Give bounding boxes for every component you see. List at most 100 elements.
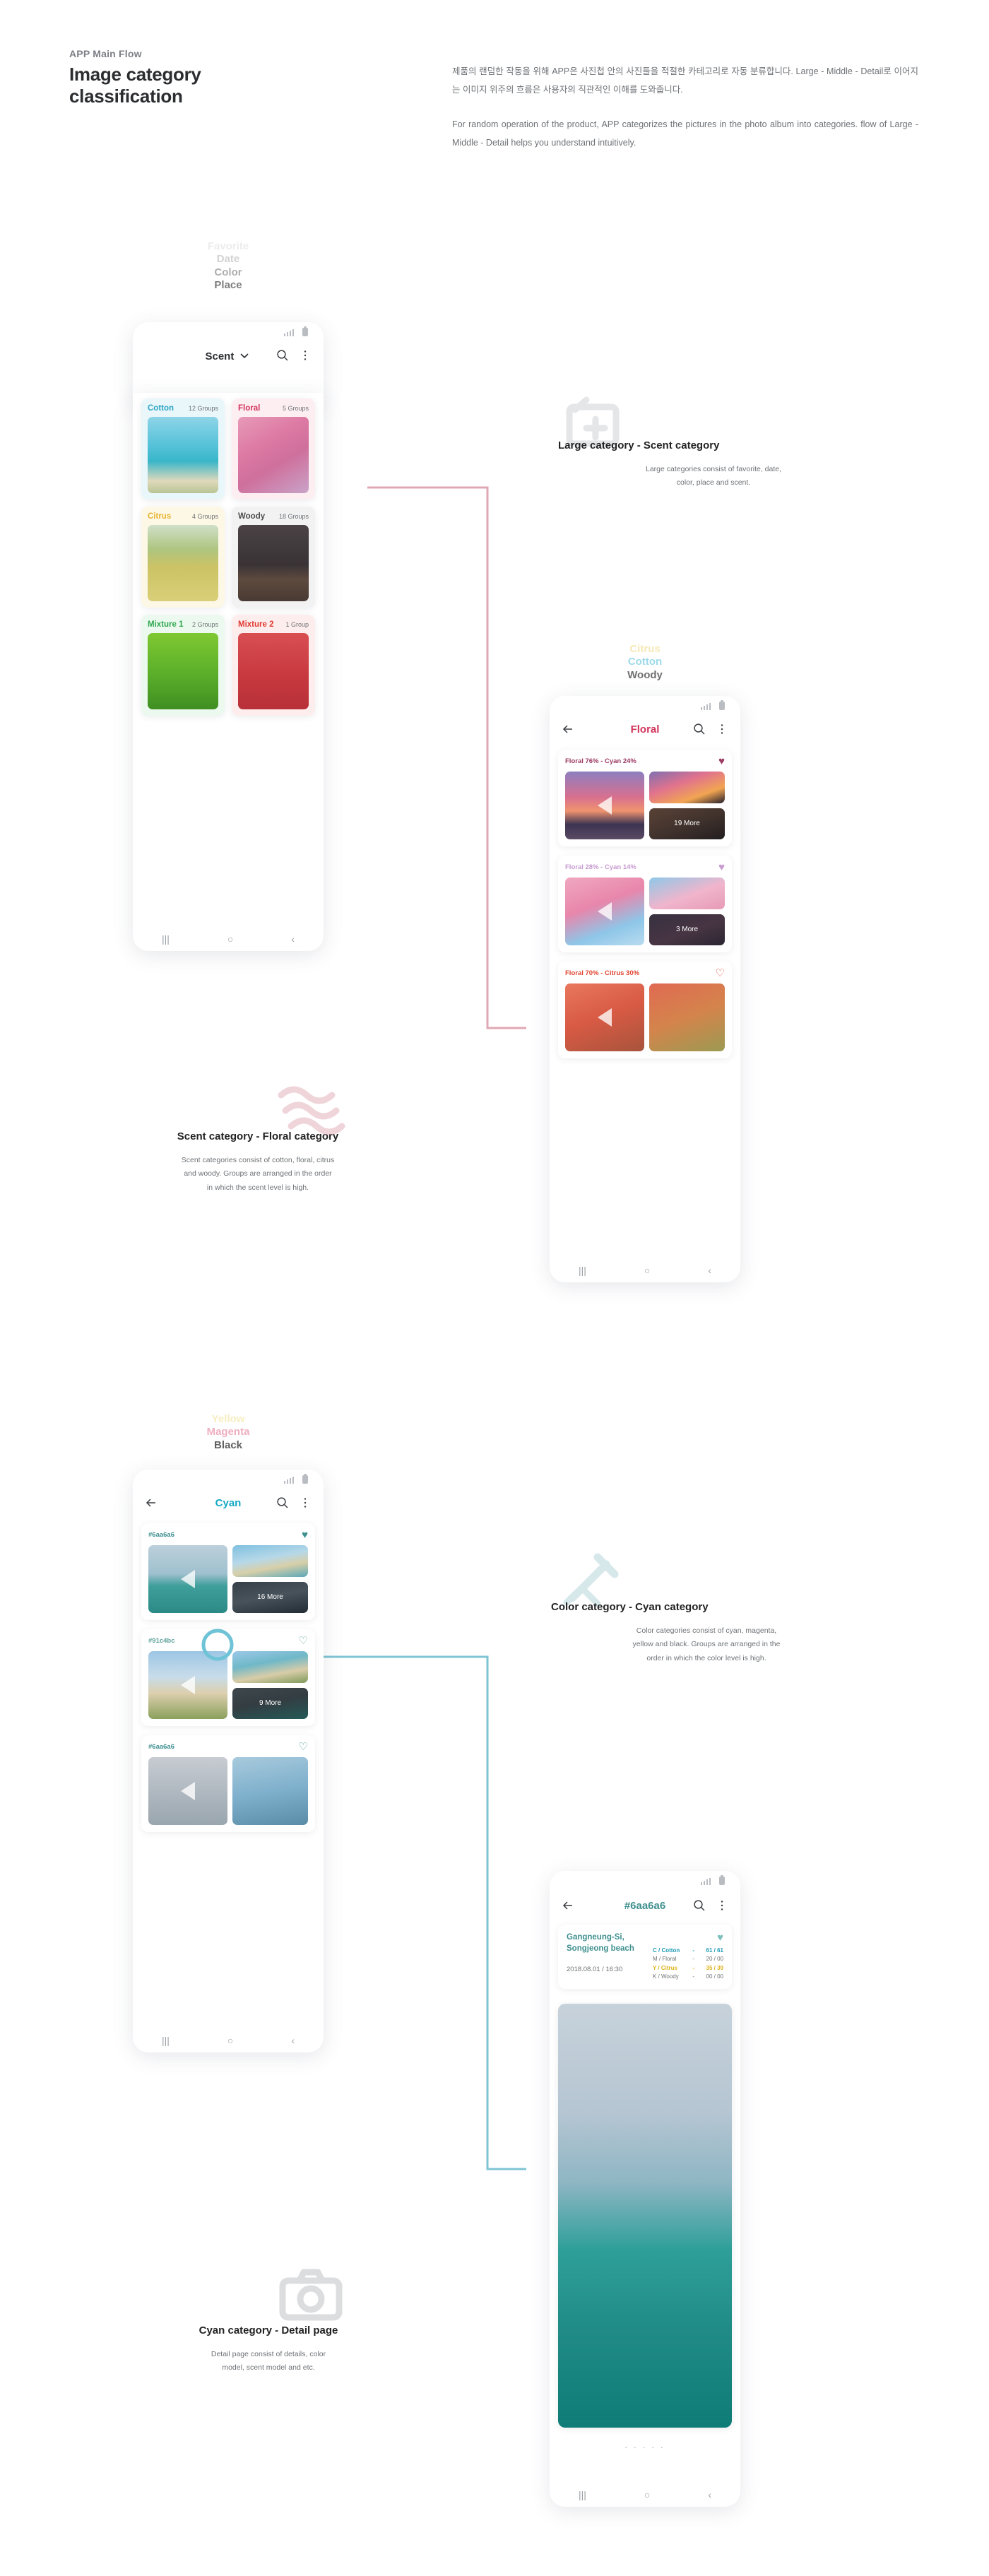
group-card[interactable]: #6aa6a6 ♥ 16 More — [141, 1523, 315, 1620]
phone1-appbar: Scent — [133, 341, 324, 370]
ghost-item-cotton[interactable]: Cotton — [550, 656, 740, 668]
ghost-item-citrus[interactable]: Citrus — [550, 643, 740, 656]
search-icon[interactable] — [276, 348, 290, 362]
group-thumbnail-more[interactable]: 9 More — [232, 1687, 308, 1719]
group-primary-thumbnail[interactable] — [565, 772, 644, 839]
detail-photo[interactable] — [558, 2004, 732, 2428]
nav-back-button[interactable]: ‹ — [291, 933, 295, 945]
arrow-left-icon[interactable] — [561, 1898, 575, 1913]
eyebrow-label: APP Main Flow — [69, 48, 142, 59]
group-thumbnail[interactable] — [649, 983, 725, 1051]
favorite-icon[interactable]: ♡ — [716, 968, 725, 979]
nav-back-button[interactable]: ‹ — [708, 2489, 711, 2500]
annotation-color-category: Color category - Cyan category Color cat… — [551, 1553, 862, 1662]
phone2-frame: Floral Floral 76% - Cyan 24% ♥ 19 More Flor… — [550, 696, 740, 1282]
group-primary-thumbnail[interactable] — [148, 1545, 227, 1613]
favorite-icon[interactable]: ♥ — [302, 1530, 308, 1540]
group-card[interactable]: #6aa6a6 ♡ — [141, 1735, 315, 1832]
more-vertical-icon[interactable] — [715, 722, 729, 736]
nav-home-button[interactable]: ○ — [227, 2035, 233, 2046]
group-primary-thumbnail[interactable] — [565, 983, 644, 1051]
ghost-item-favorite[interactable]: Favorite — [133, 240, 324, 253]
group-thumbnail[interactable] — [649, 878, 725, 909]
scent-category-grid: Cotton 12 Groups Floral 5 Groups Citrus 4 Gro… — [133, 393, 324, 716]
group-thumbnail-more[interactable]: 3 More — [649, 914, 725, 945]
ghost-item-black[interactable]: Black — [133, 1439, 324, 1452]
scent-waves-icon — [278, 1086, 345, 1135]
group-thumbnail[interactable] — [232, 1651, 308, 1683]
scent-card-count: 5 Groups — [282, 405, 309, 412]
nav-recents-button[interactable]: ||| — [579, 1265, 586, 1276]
favorite-icon[interactable]: ♥ — [718, 862, 725, 873]
ghost-item-place[interactable]: Place — [133, 279, 324, 292]
favorite-icon[interactable]: ♥ — [718, 756, 725, 767]
favorite-icon[interactable]: ♡ — [299, 1636, 308, 1646]
scent-card[interactable]: Mixture 1 2 Groups — [141, 615, 225, 716]
favorite-icon[interactable]: ♥ — [653, 1932, 723, 1943]
detail-stat-row: M / Floral - 20 / 00 — [653, 1955, 723, 1963]
annotation-large-title: Large category - Scent category — [558, 439, 720, 451]
detail-stats-table: ♥ C / Cotton -61 / 61 M / Floral -20 / 00 Y … — [653, 1932, 723, 1982]
scent-card-thumbnail[interactable] — [238, 525, 309, 601]
group-thumbnail[interactable] — [649, 772, 725, 803]
scent-card-thumbnail[interactable] — [238, 417, 309, 493]
scent-card[interactable]: Citrus 4 Groups — [141, 507, 225, 608]
annotation-scent-body: Scent categories consist of cotton, flor… — [181, 1156, 335, 1192]
group-thumbnail[interactable] — [232, 1545, 308, 1577]
nav-home-button[interactable]: ○ — [644, 2489, 650, 2500]
nav-home-button[interactable]: ○ — [644, 1265, 650, 1276]
ghost-item-magenta[interactable]: Magenta — [133, 1426, 324, 1438]
scent-card[interactable]: Floral 5 Groups — [232, 398, 315, 500]
more-vertical-icon[interactable] — [715, 1898, 729, 1913]
play-triangle-icon — [598, 902, 612, 921]
nav-recents-button[interactable]: ||| — [162, 933, 170, 945]
scent-card-name: Cotton — [148, 404, 174, 413]
ghost-item-yellow[interactable]: Yellow — [133, 1413, 324, 1426]
scent-card-thumbnail[interactable] — [238, 633, 309, 709]
phone2-navbar: ||| ○ ‹ — [550, 1258, 740, 1282]
photo-pager-dots[interactable]: . . . . . — [550, 2440, 740, 2450]
nav-recents-button[interactable]: ||| — [579, 2489, 586, 2500]
group-label: Floral 28% - Cyan 14% — [565, 863, 636, 871]
chevron-down-icon[interactable] — [237, 348, 251, 362]
scent-card-thumbnail[interactable] — [148, 525, 218, 601]
arrow-left-icon[interactable] — [561, 722, 575, 736]
play-triangle-icon — [181, 1676, 195, 1694]
scent-card[interactable]: Cotton 12 Groups — [141, 398, 225, 500]
more-vertical-icon[interactable] — [298, 1496, 312, 1510]
scent-card-name: Mixture 1 — [148, 620, 184, 629]
search-icon[interactable] — [692, 722, 706, 736]
nav-home-button[interactable]: ○ — [227, 933, 233, 945]
ghost-item-color[interactable]: Color — [133, 266, 324, 279]
nav-back-button[interactable]: ‹ — [708, 1265, 711, 1276]
group-label: #91c4bc — [148, 1637, 175, 1645]
group-card[interactable]: Floral 28% - Cyan 14% ♥ 3 More — [558, 856, 732, 952]
group-primary-thumbnail[interactable] — [148, 1757, 227, 1825]
nav-recents-button[interactable]: ||| — [162, 2035, 170, 2046]
scent-card[interactable]: Woody 18 Groups — [232, 507, 315, 608]
scent-card-thumbnail[interactable] — [148, 633, 218, 709]
scent-card[interactable]: Mixture 2 1 Group — [232, 615, 315, 716]
search-icon[interactable] — [692, 1898, 706, 1913]
group-thumbnail[interactable] — [232, 1757, 308, 1825]
group-thumbnail-more[interactable]: 16 More — [232, 1581, 308, 1613]
scent-card-name: Floral — [238, 404, 261, 413]
group-card[interactable]: Floral 76% - Cyan 24% ♥ 19 More — [558, 750, 732, 846]
more-count-label: 16 More — [232, 1581, 308, 1613]
group-card[interactable]: Floral 70% - Citrus 30% ♡ — [558, 962, 732, 1058]
more-vertical-icon[interactable] — [298, 348, 312, 362]
group-thumbnail-more[interactable]: 19 More — [649, 808, 725, 839]
arrow-left-icon[interactable] — [144, 1496, 158, 1510]
nav-back-button[interactable]: ‹ — [291, 2035, 295, 2046]
status-bar — [133, 1470, 324, 1488]
scent-card-thumbnail[interactable] — [148, 417, 218, 493]
ghost-item-woody[interactable]: Woody — [550, 669, 740, 682]
scent-card-count: 2 Groups — [191, 621, 218, 628]
search-icon[interactable] — [276, 1496, 290, 1510]
detail-place-name: Gangneung-Si, Songjeong beach — [567, 1933, 634, 1953]
ghost-item-date[interactable]: Date — [133, 253, 324, 266]
stat-key: K / Woody — [653, 1973, 679, 1980]
favorite-icon[interactable]: ♡ — [299, 1742, 308, 1752]
group-primary-thumbnail[interactable] — [565, 878, 644, 945]
stat-value: 20 / 00 — [706, 1956, 723, 1963]
